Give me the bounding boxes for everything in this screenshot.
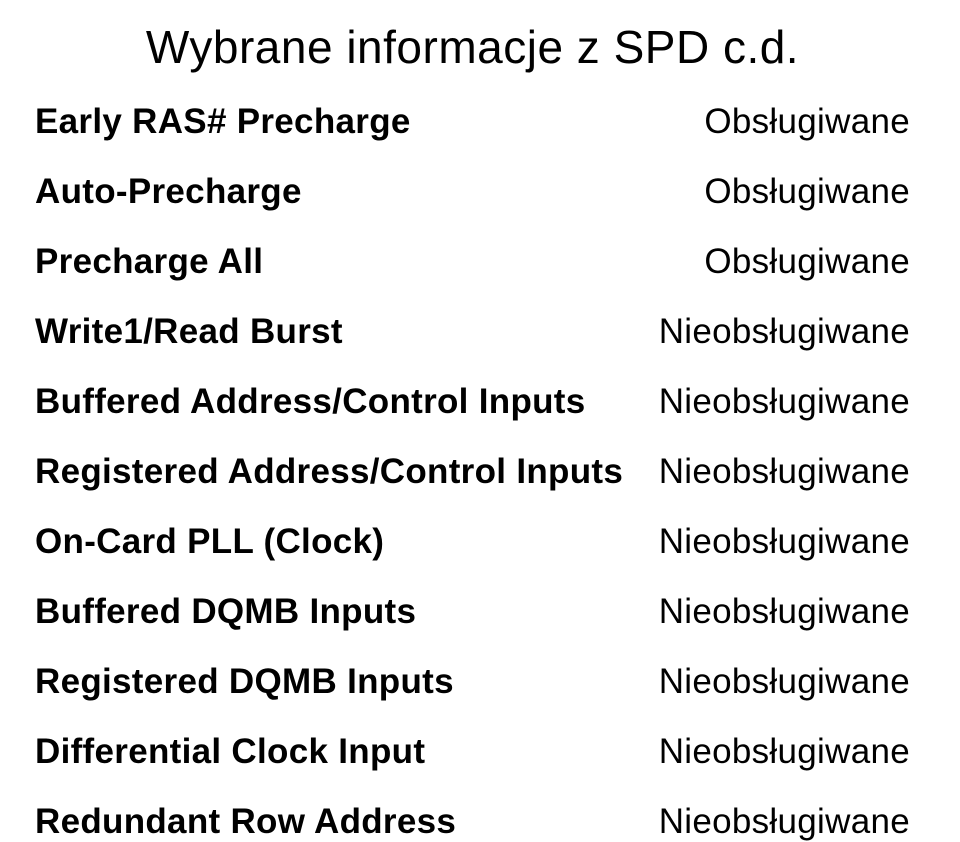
row-label: Precharge All	[35, 242, 263, 282]
row-label: Differential Clock Input	[35, 732, 425, 772]
table-row: Buffered Address/Control Inputs Nieobsłu…	[35, 382, 910, 422]
table-row: Redundant Row Address Nieobsługiwane	[35, 802, 910, 842]
table-row: Early RAS# Precharge Obsługiwane	[35, 102, 910, 142]
row-value: Nieobsługiwane	[659, 732, 910, 772]
row-value: Nieobsługiwane	[659, 382, 910, 422]
row-label: Auto-Precharge	[35, 172, 302, 212]
row-value: Nieobsługiwane	[659, 522, 910, 562]
row-value: Nieobsługiwane	[659, 312, 910, 352]
row-label: Redundant Row Address	[35, 802, 456, 842]
table-row: Differential Clock Input Nieobsługiwane	[35, 732, 910, 772]
table-row: Precharge All Obsługiwane	[35, 242, 910, 282]
row-label: On-Card PLL (Clock)	[35, 522, 384, 562]
row-label: Early RAS# Precharge	[35, 102, 411, 142]
row-label: Registered DQMB Inputs	[35, 662, 454, 702]
page-title: Wybrane informacje z SPD c.d.	[35, 20, 910, 74]
row-label: Buffered DQMB Inputs	[35, 592, 416, 632]
row-label: Buffered Address/Control Inputs	[35, 382, 586, 422]
table-row: Registered Address/Control Inputs Nieobs…	[35, 452, 910, 492]
table-row: On-Card PLL (Clock) Nieobsługiwane	[35, 522, 910, 562]
row-value: Obsługiwane	[704, 172, 910, 212]
table-row: Registered DQMB Inputs Nieobsługiwane	[35, 662, 910, 702]
table-row: Write1/Read Burst Nieobsługiwane	[35, 312, 910, 352]
row-label: Registered Address/Control Inputs	[35, 452, 623, 492]
row-value: Nieobsługiwane	[659, 452, 910, 492]
table-row: Auto-Precharge Obsługiwane	[35, 172, 910, 212]
row-value: Nieobsługiwane	[659, 802, 910, 842]
row-value: Nieobsługiwane	[659, 592, 910, 632]
row-value: Obsługiwane	[704, 102, 910, 142]
row-value: Obsługiwane	[704, 242, 910, 282]
row-value: Nieobsługiwane	[659, 662, 910, 702]
info-table: Early RAS# Precharge Obsługiwane Auto-Pr…	[35, 102, 910, 842]
row-label: Write1/Read Burst	[35, 312, 343, 352]
table-row: Buffered DQMB Inputs Nieobsługiwane	[35, 592, 910, 632]
